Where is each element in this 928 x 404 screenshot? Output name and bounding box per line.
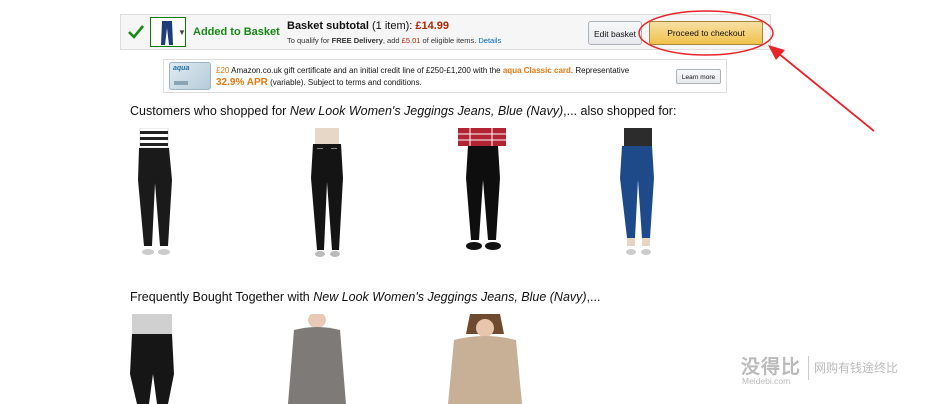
heading-product-name: New Look Women's Jeggings Jeans, Blue (N… — [313, 290, 587, 304]
free-delivery-note: To qualify for FREE Delivery, add £5.01 … — [287, 36, 501, 45]
added-to-basket-bar: ▼ Added to Basket Basket subtotal (1 ite… — [120, 14, 771, 50]
meidebi-watermark: 没得比 网购有钱途终比 Meidebi.com — [738, 346, 928, 404]
delivery-text: , add — [382, 36, 402, 45]
product-image-black-jeans-plaid[interactable] — [448, 128, 518, 260]
watermark-slogan: 网购有钱途终比 — [814, 361, 899, 375]
basket-subtotal: Basket subtotal (1 item): £14.99 — [287, 20, 449, 32]
also-shopped-heading: Customers who shopped for New Look Women… — [130, 104, 676, 118]
watermark-url: Meidebi.com — [742, 376, 791, 386]
gift-amount: £20 — [216, 66, 230, 75]
aqua-offer-text: £20 Amazon.co.uk gift certificate and an… — [216, 66, 629, 75]
proceed-to-checkout-button[interactable]: Proceed to checkout — [649, 21, 763, 45]
checkmark-icon — [128, 25, 145, 39]
card-name: aqua Classic card — [502, 66, 571, 75]
aqua-card-ad-banner[interactable]: aqua £20 Amazon.co.uk gift certificate a… — [163, 59, 727, 93]
subtotal-price: £14.99 — [415, 20, 450, 32]
frequently-bought-heading: Frequently Bought Together with New Look… — [130, 290, 600, 304]
heading-text: Frequently Bought Together with — [130, 290, 314, 304]
watermark-divider — [808, 356, 809, 380]
details-link[interactable]: Details — [478, 36, 501, 45]
card-stripe — [174, 81, 188, 85]
product-image-navy-jeans[interactable] — [608, 128, 668, 260]
edit-basket-button[interactable]: Edit basket — [588, 21, 642, 45]
aqua-apr-text: 32.9% APR (variable). Subject to terms a… — [216, 77, 422, 88]
offer-text: Amazon.co.uk gift certificate and an ini… — [229, 66, 503, 75]
item-count: (1 item): — [371, 20, 413, 32]
learn-more-button[interactable]: Learn more — [676, 69, 721, 84]
jeans-thumbnail-icon — [161, 21, 173, 45]
heading-text: Customers who shopped for — [130, 104, 290, 118]
watermark-name: 没得比 — [741, 357, 802, 378]
aqua-logo: aqua — [173, 65, 190, 72]
delivery-amount: £5.01 — [401, 36, 421, 45]
heading-product-name: New Look Women's Jeggings Jeans, Blue (N… — [289, 104, 564, 118]
product-image-black-jeans-2[interactable] — [295, 128, 359, 260]
chevron-down-icon[interactable]: ▼ — [178, 28, 186, 37]
product-image-grey-knit-top[interactable] — [284, 314, 350, 404]
aqua-card-image: aqua — [169, 62, 211, 90]
product-image-beige-sweater[interactable] — [448, 314, 522, 404]
offer-text: . Representative — [570, 66, 630, 75]
apr-terms: (variable). Subject to terms and conditi… — [267, 78, 422, 87]
heading-text: ,... — [586, 290, 601, 304]
apr-value: 32.9% APR — [216, 77, 268, 88]
subtotal-label: Basket subtotal — [287, 20, 369, 32]
annotation-arrow-line — [772, 48, 875, 132]
free-delivery-text: FREE Delivery — [331, 36, 383, 45]
product-image-black-jeans-fbt[interactable] — [122, 314, 182, 404]
product-image-black-jeans-1[interactable] — [122, 128, 186, 260]
added-to-basket-label: Added to Basket — [193, 26, 280, 38]
delivery-text: of eligible items. — [420, 36, 477, 45]
delivery-text: To qualify for — [287, 36, 332, 45]
heading-text: ,... also shopped for: — [563, 104, 677, 118]
